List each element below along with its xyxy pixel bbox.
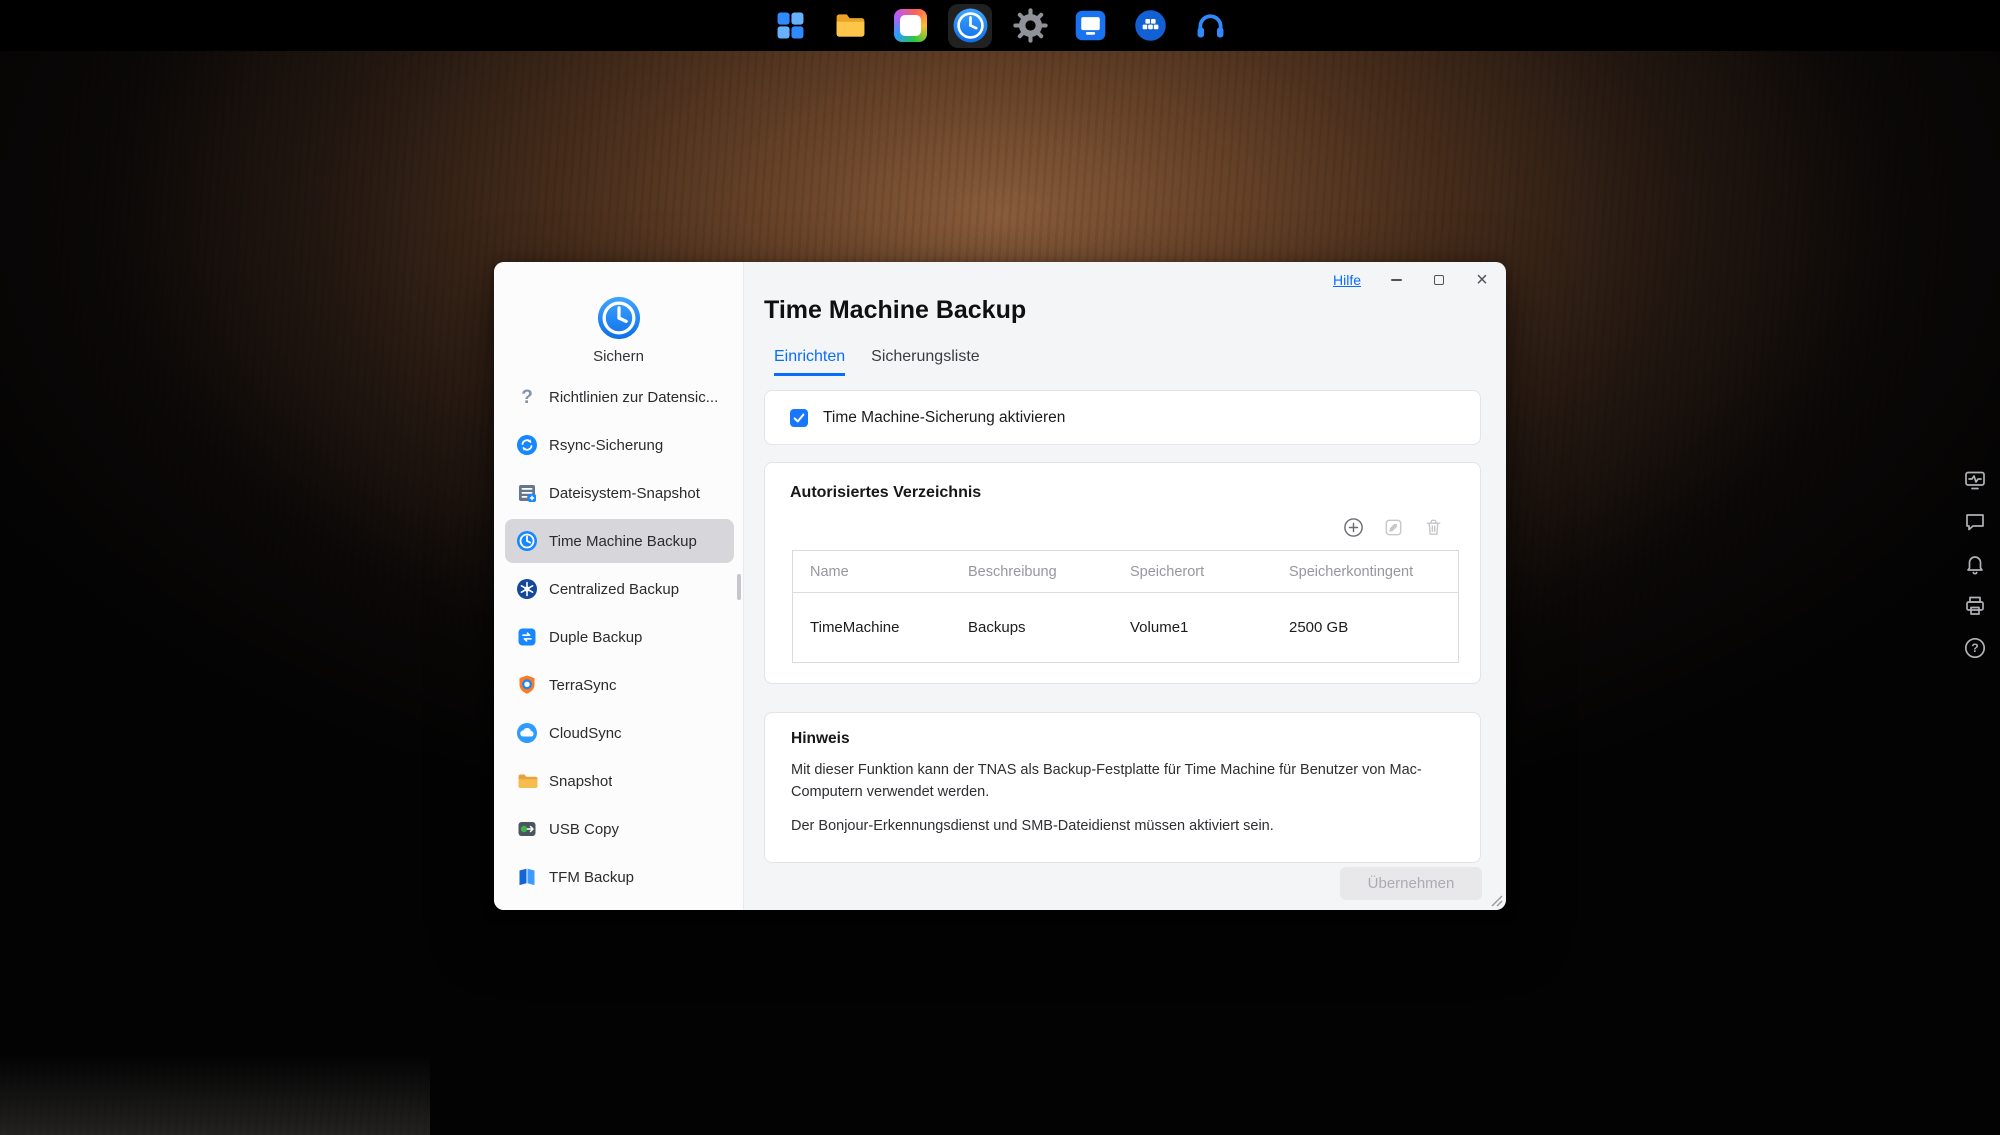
page-title: Time Machine Backup: [764, 296, 1026, 325]
cloudsync-icon: [515, 721, 539, 745]
question-icon: ?: [515, 385, 539, 409]
rsync-icon: [515, 433, 539, 457]
enable-timemachine-checkbox[interactable]: [790, 409, 808, 427]
delete-directory-button[interactable]: [1423, 517, 1444, 538]
maximize-icon: [1434, 275, 1444, 285]
apply-button[interactable]: Übernehmen: [1340, 867, 1482, 900]
photos-icon[interactable]: [888, 4, 932, 48]
sidebar-item-tfm-backup[interactable]: TFM Backup: [505, 855, 734, 899]
hint-card: Hinweis Mit dieser Funktion kann der TNA…: [764, 712, 1481, 863]
enable-checkbox-label: Time Machine-Sicherung aktivieren: [823, 409, 1065, 427]
sidebar-items: ? Richtlinien zur Datensic... Rsync-Sich…: [505, 375, 734, 899]
window-main: Time Machine Backup Einrichten Sicherung…: [743, 262, 1506, 910]
tab-sicherungsliste[interactable]: Sicherungsliste: [871, 348, 980, 376]
centralized-backup-icon: [515, 577, 539, 601]
tab-bar: Einrichten Sicherungsliste: [774, 348, 980, 376]
backup-app-logo-icon: [596, 295, 642, 341]
time-machine-icon: [515, 529, 539, 553]
help-link[interactable]: Hilfe: [1333, 272, 1361, 288]
settings-icon[interactable]: [1008, 4, 1052, 48]
minimize-button[interactable]: [1388, 272, 1404, 288]
cell-quota: 2500 GB: [1289, 619, 1458, 636]
cell-location: Volume1: [1130, 619, 1289, 636]
terrasync-icon: [515, 673, 539, 697]
dock: [0, 0, 2000, 51]
check-icon: [792, 411, 806, 425]
column-name: Name: [810, 564, 968, 580]
sidebar-item-dateisystem-snapshot[interactable]: Dateisystem-Snapshot: [505, 471, 734, 515]
backup-app-window: Sichern ? Richtlinien zur Datensic... Rs…: [494, 262, 1506, 910]
sidebar-item-usb-copy[interactable]: USB Copy: [505, 807, 734, 851]
sidebar-item-duple-backup[interactable]: Duple Backup: [505, 615, 734, 659]
printer-icon[interactable]: [1963, 594, 1987, 618]
app-name: Sichern: [593, 348, 644, 365]
close-button[interactable]: ×: [1474, 272, 1490, 288]
sidebar-item-richtlinien[interactable]: ? Richtlinien zur Datensic...: [505, 375, 734, 419]
column-quota: Speicherkontingent: [1289, 564, 1458, 580]
tab-einrichten[interactable]: Einrichten: [774, 348, 845, 376]
authorized-directory-title: Autorisiertes Verzeichnis: [790, 484, 981, 502]
column-description: Beschreibung: [968, 564, 1130, 580]
hint-title: Hinweis: [791, 730, 1454, 748]
directory-toolbar: [1343, 517, 1444, 538]
help-circle-icon[interactable]: ?: [1963, 636, 1987, 660]
photos-icon-center: [900, 15, 921, 36]
add-directory-button[interactable]: [1343, 517, 1364, 538]
support-headset-icon[interactable]: [1188, 4, 1232, 48]
cell-name: TimeMachine: [810, 619, 968, 636]
hint-paragraph-2: Der Bonjour-Erkennungsdienst und SMB-Dat…: [791, 815, 1441, 837]
control-panel-icon[interactable]: [768, 4, 812, 48]
snapshot-icon: [515, 769, 539, 793]
sidebar-item-terrasync[interactable]: TerraSync: [505, 663, 734, 707]
window-sidebar: Sichern ? Richtlinien zur Datensic... Rs…: [494, 262, 744, 910]
svg-text:?: ?: [1971, 641, 1978, 655]
enable-card: Time Machine-Sicherung aktivieren: [764, 390, 1481, 445]
filesystem-snapshot-icon: [515, 481, 539, 505]
monitor-app-icon[interactable]: [1068, 4, 1112, 48]
edit-directory-button[interactable]: [1383, 517, 1404, 538]
maximize-button[interactable]: [1431, 272, 1447, 288]
file-manager-icon[interactable]: [828, 4, 872, 48]
sidebar-item-centralized-backup[interactable]: Centralized Backup: [505, 567, 734, 611]
table-row[interactable]: TimeMachine Backups Volume1 2500 GB: [793, 593, 1458, 662]
bell-icon[interactable]: [1963, 552, 1987, 576]
quick-access-bar: ?: [1963, 468, 1987, 660]
photos-icon-frame: [894, 9, 927, 42]
sidebar-item-time-machine[interactable]: Time Machine Backup: [505, 519, 734, 563]
sidebar-item-snapshot[interactable]: Snapshot: [505, 759, 734, 803]
close-icon: ×: [1476, 270, 1488, 290]
minimize-icon: [1391, 279, 1402, 281]
sidebar-scrollbar[interactable]: [737, 574, 741, 600]
window-titlebar-controls: Hilfe ×: [1333, 272, 1490, 288]
chat-icon[interactable]: [1963, 510, 1987, 534]
authorized-directory-card: Autorisiertes Verzeichnis: [764, 462, 1481, 684]
duple-backup-icon: [515, 625, 539, 649]
cell-description: Backups: [968, 619, 1130, 636]
tfm-backup-icon: [515, 865, 539, 889]
table-header-row: Name Beschreibung Speicherort Speicherko…: [793, 551, 1458, 593]
resource-monitor-icon[interactable]: [1963, 468, 1987, 492]
app-badge: Sichern: [494, 295, 743, 365]
column-location: Speicherort: [1130, 564, 1289, 580]
authorized-directory-table: Name Beschreibung Speicherort Speicherko…: [792, 550, 1459, 663]
sidebar-item-rsync[interactable]: Rsync-Sicherung: [505, 423, 734, 467]
backup-app-icon[interactable]: [948, 4, 992, 48]
hint-paragraph-1: Mit dieser Funktion kann der TNAS als Ba…: [791, 759, 1441, 804]
sidebar-item-cloudsync[interactable]: CloudSync: [505, 711, 734, 755]
usb-copy-icon: [515, 817, 539, 841]
window-resize-handle[interactable]: [1489, 893, 1503, 907]
docker-app-icon[interactable]: [1128, 4, 1172, 48]
